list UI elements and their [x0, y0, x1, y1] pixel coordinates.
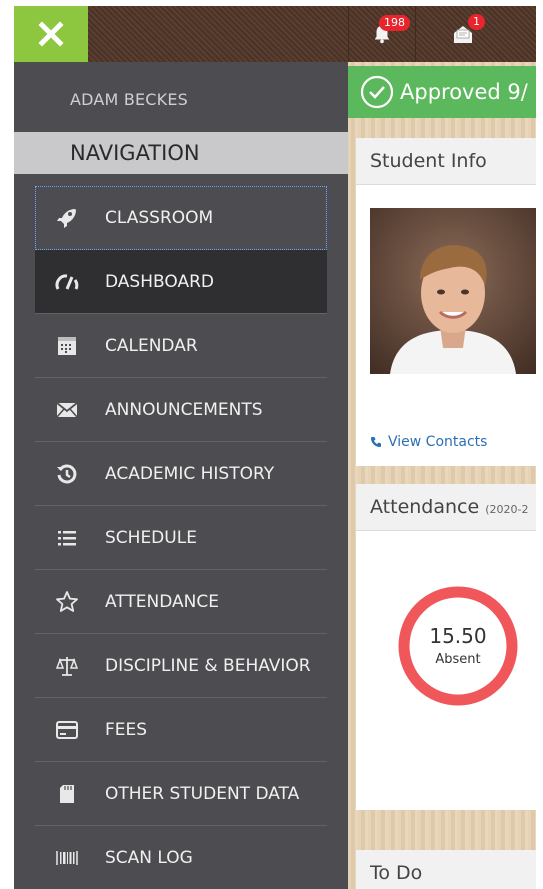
- sidebar-item-label: CLASSROOM: [105, 208, 214, 228]
- student-info-title: Student Info: [356, 138, 536, 185]
- sidebar-item-other-student-data[interactable]: OTHER STUDENT DATA: [35, 762, 327, 826]
- sidebar-item-label: SCAN LOG: [105, 847, 193, 868]
- student-info-card: Student Info View Contacts: [356, 138, 536, 466]
- todo-card: To Do: [356, 850, 536, 889]
- user-name: ADAM BECKES: [70, 90, 189, 109]
- nav-header: NAVIGATION: [14, 132, 348, 174]
- notifications-button[interactable]: 198: [348, 6, 416, 62]
- sidebar-item-dashboard[interactable]: DASHBOARD: [35, 250, 327, 314]
- todo-title: To Do: [356, 850, 536, 889]
- messages-badge: 1: [468, 14, 485, 30]
- nav-list: CLASSROOM DASHBOARD CALENDAR ANNOUNCEMEN…: [35, 186, 327, 889]
- messages-button[interactable]: 1: [430, 6, 496, 62]
- list-icon: [53, 524, 81, 552]
- absent-value: 15.50: [429, 624, 487, 648]
- attendance-period: (2020-2: [485, 503, 529, 516]
- sidebar-item-academic-history[interactable]: ACADEMIC HISTORY: [35, 442, 327, 506]
- barcode-icon: [53, 844, 81, 872]
- sidebar-item-attendance[interactable]: ATTENDANCE: [35, 570, 327, 634]
- sidebar-item-schedule[interactable]: SCHEDULE: [35, 506, 327, 570]
- notifications-badge: 198: [379, 15, 410, 31]
- absent-label: Absent: [435, 652, 481, 667]
- sidebar-item-label: DISCIPLINE & BEHAVIOR: [105, 655, 311, 676]
- sidebar-item-calendar[interactable]: CALENDAR: [35, 314, 327, 378]
- check-circle-icon: [360, 75, 394, 109]
- sidebar-item-label: ACADEMIC HISTORY: [105, 463, 275, 484]
- approved-text: Approved 9/: [400, 80, 528, 104]
- sidebar-item-label: CALENDAR: [105, 335, 198, 356]
- sidebar-item-announcements[interactable]: ANNOUNCEMENTS: [35, 378, 327, 442]
- sd-card-icon: [53, 780, 81, 808]
- close-icon: [38, 21, 64, 47]
- view-contacts-link[interactable]: View Contacts: [370, 434, 487, 450]
- nav-sidebar: ADAM BECKES NAVIGATION CLASSROOM DASHBOA…: [14, 62, 348, 889]
- top-bar: 198 1: [14, 6, 536, 62]
- approved-banner: Approved 9/: [348, 66, 536, 118]
- student-photo: [370, 208, 536, 374]
- app-frame: 198 1 ADAM BECKES NAVIGATION CLASSROOM D…: [14, 6, 536, 889]
- sidebar-item-label: OTHER STUDENT DATA: [105, 783, 300, 804]
- sidebar-item-label: FEES: [105, 719, 148, 740]
- attendance-title: Attendance: [370, 496, 480, 518]
- envelope-icon: [53, 396, 81, 424]
- attendance-card: Attendance (2020-2 15.50 Absent: [356, 484, 536, 810]
- main-content: Approved 9/ Student Info View Contacts A…: [348, 62, 536, 889]
- sidebar-item-scan-log[interactable]: SCAN LOG: [35, 826, 327, 889]
- speedometer-icon: [53, 268, 81, 296]
- sidebar-item-label: ANNOUNCEMENTS: [105, 399, 263, 420]
- sidebar-item-classroom[interactable]: CLASSROOM: [35, 186, 327, 250]
- view-contacts-label: View Contacts: [388, 434, 488, 450]
- sidebar-item-fees[interactable]: FEES: [35, 698, 327, 762]
- close-menu-button[interactable]: [14, 6, 88, 62]
- sidebar-item-label: ATTENDANCE: [105, 591, 219, 612]
- phone-icon: [371, 437, 381, 447]
- sidebar-item-discipline-behavior[interactable]: DISCIPLINE & BEHAVIOR: [35, 634, 327, 698]
- rocket-icon: [53, 204, 81, 232]
- star-icon: [53, 588, 81, 616]
- sidebar-item-label: SCHEDULE: [105, 527, 197, 548]
- credit-card-icon: [53, 716, 81, 744]
- calendar-icon: [53, 332, 81, 360]
- history-icon: [53, 460, 81, 488]
- attendance-header: Attendance (2020-2: [356, 484, 536, 531]
- scales-icon: [53, 652, 81, 680]
- sidebar-item-label: DASHBOARD: [105, 271, 214, 292]
